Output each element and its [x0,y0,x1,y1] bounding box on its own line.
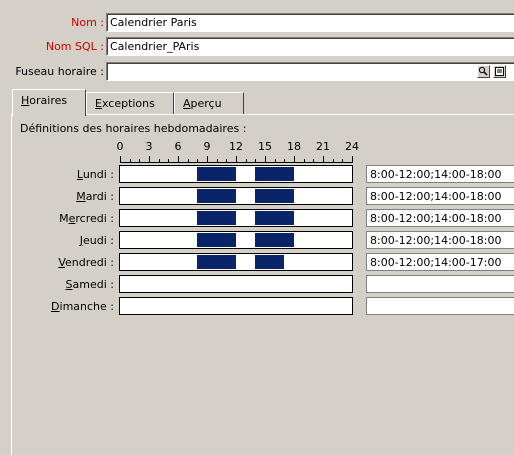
work-period-segment[interactable] [197,167,236,181]
scale-label: 6 [174,140,182,153]
day-hours-field[interactable] [366,297,514,315]
work-period-segment[interactable] [255,189,294,203]
day-label: Mardi : [76,190,114,203]
day-label: Vendredi : [58,256,114,269]
scale-tick [158,159,160,162]
scale-tick [129,159,131,162]
day-hours-field[interactable]: 8:00-12:00;14:00-18:00 [366,165,514,183]
scale-tick [236,156,237,162]
day-timeline-bar[interactable] [119,253,353,271]
day-hours-field[interactable]: 8:00-12:00;14:00-18:00 [366,231,514,249]
name-field[interactable]: Calendrier Paris [106,13,514,32]
scale-tick [313,159,315,162]
day-timeline-bar[interactable] [119,209,353,227]
scale-tick [197,159,199,162]
day-timeline-bar[interactable] [119,275,353,293]
scale-baseline [120,162,353,163]
scale-label: 0 [116,140,124,153]
work-period-segment[interactable] [255,255,285,269]
day-timeline-bar[interactable] [119,231,353,249]
scale-tick [332,159,334,162]
scale-label: 15 [258,140,272,153]
scale-label: 3 [145,140,153,153]
day-hours-field[interactable] [366,275,514,293]
day-label: Jeudi : [79,234,114,247]
magnifier-icon[interactable] [477,65,490,78]
day-hours-field[interactable]: 8:00-12:00;14:00-17:00 [366,253,514,271]
scale-tick [187,159,189,162]
scale-tick [255,159,257,162]
scale-tick [168,159,170,162]
scale-tick [139,159,141,162]
tab-exceptions[interactable]: Exceptions [86,92,174,114]
scale-label: 24 [345,140,359,153]
work-period-segment[interactable] [197,211,236,225]
scale-tick [149,156,150,162]
scale-tick [274,159,276,162]
work-period-segment[interactable] [255,167,294,181]
work-period-segment[interactable] [197,233,236,247]
day-timeline-bar[interactable] [119,165,353,183]
day-label: Mercredi : [59,212,114,225]
day-label: Samedi : [65,278,114,291]
scale-tick [226,159,228,162]
scale-tick [216,159,218,162]
scale-tick [323,156,324,162]
day-timeline-bar[interactable] [119,297,353,315]
scale-label: 21 [316,140,330,153]
schedule-heading: Définitions des horaires hebdomadaires : [20,122,247,135]
timezone-field[interactable] [106,62,514,81]
day-label: Lundi : [76,168,114,181]
sql-name-field[interactable]: Calendrier_PAris [106,37,514,56]
scale-tick [342,159,344,162]
scale-tick [265,156,266,162]
day-timeline-bar[interactable] [119,187,353,205]
work-period-segment[interactable] [255,233,294,247]
sql-name-label: Nom SQL : [45,40,104,53]
scale-label: 12 [229,140,243,153]
scale-tick [120,156,121,162]
work-period-segment[interactable] [255,211,294,225]
scale-tick [207,156,208,162]
work-period-segment[interactable] [197,189,236,203]
scale-label: 18 [287,140,301,153]
scale-tick [178,156,179,162]
tab-apercu[interactable]: Aperçu [174,92,244,114]
scale-label: 9 [203,140,211,153]
scale-tick [303,159,305,162]
list-icon[interactable] [493,65,506,78]
day-label: Dimanche : [51,300,114,313]
name-label: Nom : [71,16,104,29]
day-hours-field[interactable]: 8:00-12:00;14:00-18:00 [366,209,514,227]
tab-horaires[interactable]: Horaires [12,89,86,116]
timezone-label: Fuseau horaire : [15,65,104,78]
scale-tick [284,159,286,162]
day-hours-field[interactable]: 8:00-12:00;14:00-18:00 [366,187,514,205]
work-period-segment[interactable] [197,255,236,269]
scale-tick [294,156,295,162]
scale-tick [352,156,353,162]
scale-tick [245,159,247,162]
